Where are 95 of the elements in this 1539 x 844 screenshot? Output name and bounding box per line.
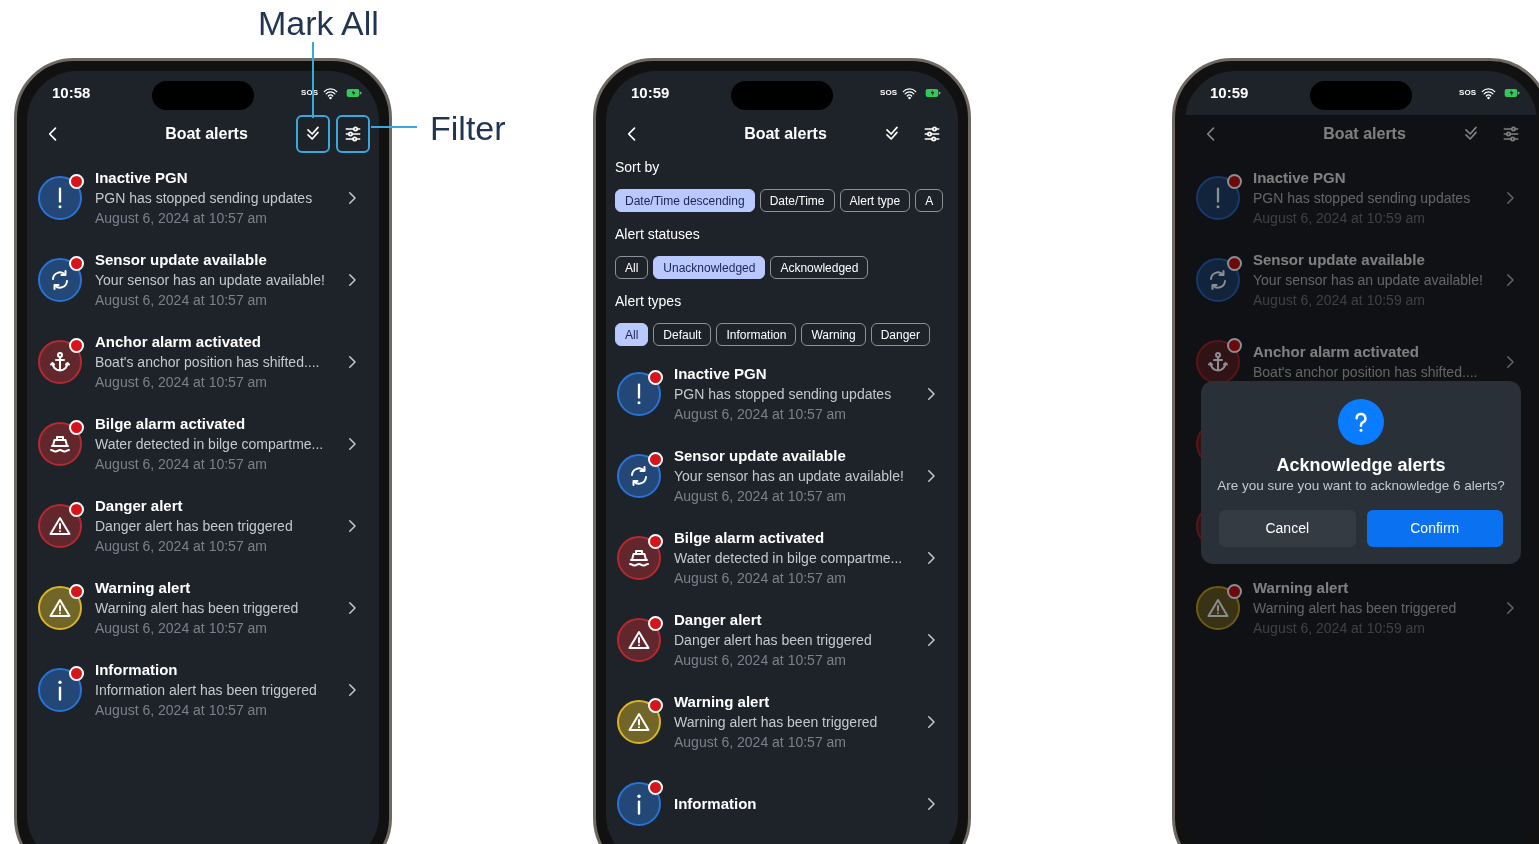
warning-icon [627,628,651,652]
warning-icon [627,710,651,734]
status-time: 10:59 [1210,82,1249,103]
alert-title: Anchor alarm activated [1253,342,1420,362]
alert-date: August 6, 2024 at 10:57 am [95,619,268,638]
wifi-icon [323,85,338,101]
exclamation-icon [1215,187,1221,209]
alert-description: Danger alert has been triggered [674,631,873,650]
screen-title: Boat alerts [1323,124,1406,144]
alert-description: Boat's anchor position has shifted.... [1253,363,1479,382]
alert-date: August 6, 2024 at 10:57 am [95,701,268,720]
alert-date: August 6, 2024 at 10:57 am [674,405,847,424]
dialog-title: Acknowledge alerts [1276,454,1446,477]
alert-description: Information alert has been triggered [95,681,318,700]
info-icon [636,793,642,815]
alert-date: August 6, 2024 at 10:57 am [95,537,268,556]
alert-title: Inactive PGN [674,364,768,384]
alert-date: August 6, 2024 at 10:57 am [674,569,847,588]
annotation-label: Mark All [258,3,379,44]
filter-chip[interactable]: Acknowledged [770,256,869,279]
alert-description: Boat's anchor position has shifted.... [95,353,321,372]
filter-chip[interactable]: A [915,189,944,212]
alert-title: Sensor update available [674,446,847,466]
alert-description: Warning alert has been triggered [1253,599,1458,618]
anchor-icon [48,350,72,374]
filter-chip[interactable]: Date/Time descending [615,189,755,212]
alert-date: August 6, 2024 at 10:57 am [674,733,847,752]
warning-icon [48,514,72,538]
screen-title: Boat alerts [165,124,248,144]
alert-date: August 6, 2024 at 10:57 am [95,455,268,474]
alert-description: PGN has stopped sending updates [95,189,314,208]
alert-description: Water detected in bilge compartme... [95,435,325,454]
status-time: 10:59 [631,82,670,103]
alert-description: Water detected in bilge compartme... [674,549,904,568]
filter-chip[interactable]: All [615,256,649,279]
alert-date: August 6, 2024 at 10:57 am [95,209,268,228]
sos-indicator: SOS [1459,87,1476,99]
filter-section-label: Alert types [615,292,683,311]
info-icon [57,679,63,701]
alert-title: Anchor alarm activated [95,332,262,352]
filter-chip[interactable]: Date/Time [759,189,835,212]
filter-chip[interactable]: Warning [801,323,866,346]
alert-date: August 6, 2024 at 10:57 am [674,651,847,670]
sos-indicator: SOS [880,87,897,99]
alert-title: Danger alert [674,610,763,630]
mark-all-button[interactable] [296,115,330,153]
alert-title: Information [674,794,758,814]
confirm-button[interactable]: Confirm [1366,510,1503,547]
warning-icon [48,596,72,620]
alert-description: Your sensor has an update available! [95,271,326,290]
alert-title: Inactive PGN [95,168,189,188]
exclamation-icon [636,383,642,405]
sliders-icon [343,124,363,144]
screen-title: Boat alerts [744,124,827,144]
filter-chip[interactable]: Alert type [839,189,911,212]
alert-title: Bilge alarm activated [95,414,247,434]
alert-title: Inactive PGN [1253,168,1347,188]
alert-date: August 6, 2024 at 10:57 am [674,487,847,506]
alert-title: Sensor update available [95,250,268,270]
filter-button[interactable] [336,115,370,153]
cancel-button[interactable]: Cancel [1219,510,1356,547]
filter-chip[interactable]: Information [716,323,797,346]
filter-section-label: Sort by [615,158,661,177]
alert-title: Information [95,660,179,680]
warning-icon [1206,596,1230,620]
alert-title: Warning alert [674,692,771,712]
filter-chip[interactable]: Default [653,323,712,346]
alert-date: August 6, 2024 at 10:57 am [95,291,268,310]
filter-section-label: Alert statuses [615,225,701,244]
alert-title: Bilge alarm activated [674,528,826,548]
status-time: 10:58 [52,82,91,103]
annotation-label: Filter [430,108,506,149]
alert-description: Warning alert has been triggered [95,599,300,618]
alert-title: Sensor update available [1253,250,1426,270]
alert-description: Warning alert has been triggered [674,713,879,732]
filter-chip[interactable]: Unacknowledged [653,256,766,279]
leader-line [371,126,417,128]
alert-title: Warning alert [95,578,192,598]
wifi-icon [902,85,917,101]
alert-description: Your sensor has an update available! [1253,271,1484,290]
alert-date: August 6, 2024 at 10:57 am [95,373,268,392]
alert-description: Your sensor has an update available! [674,467,905,486]
exclamation-icon [57,187,63,209]
alert-title: Warning alert [1253,578,1350,598]
alert-description: PGN has stopped sending updates [674,385,893,404]
filter-chip[interactable]: Danger [870,323,930,346]
dialog-message: Are you sure you want to acknowledge 6 alerts? [1217,477,1505,495]
anchor-icon [1206,350,1230,374]
alert-description: Danger alert has been triggered [95,517,294,536]
alert-description: PGN has stopped sending updates [1253,189,1472,208]
alert-title: Danger alert [95,496,184,516]
sliders-icon [1501,124,1521,144]
wifi-icon [1481,85,1496,101]
filter-chip[interactable]: All [615,323,649,346]
sliders-icon [922,124,942,144]
